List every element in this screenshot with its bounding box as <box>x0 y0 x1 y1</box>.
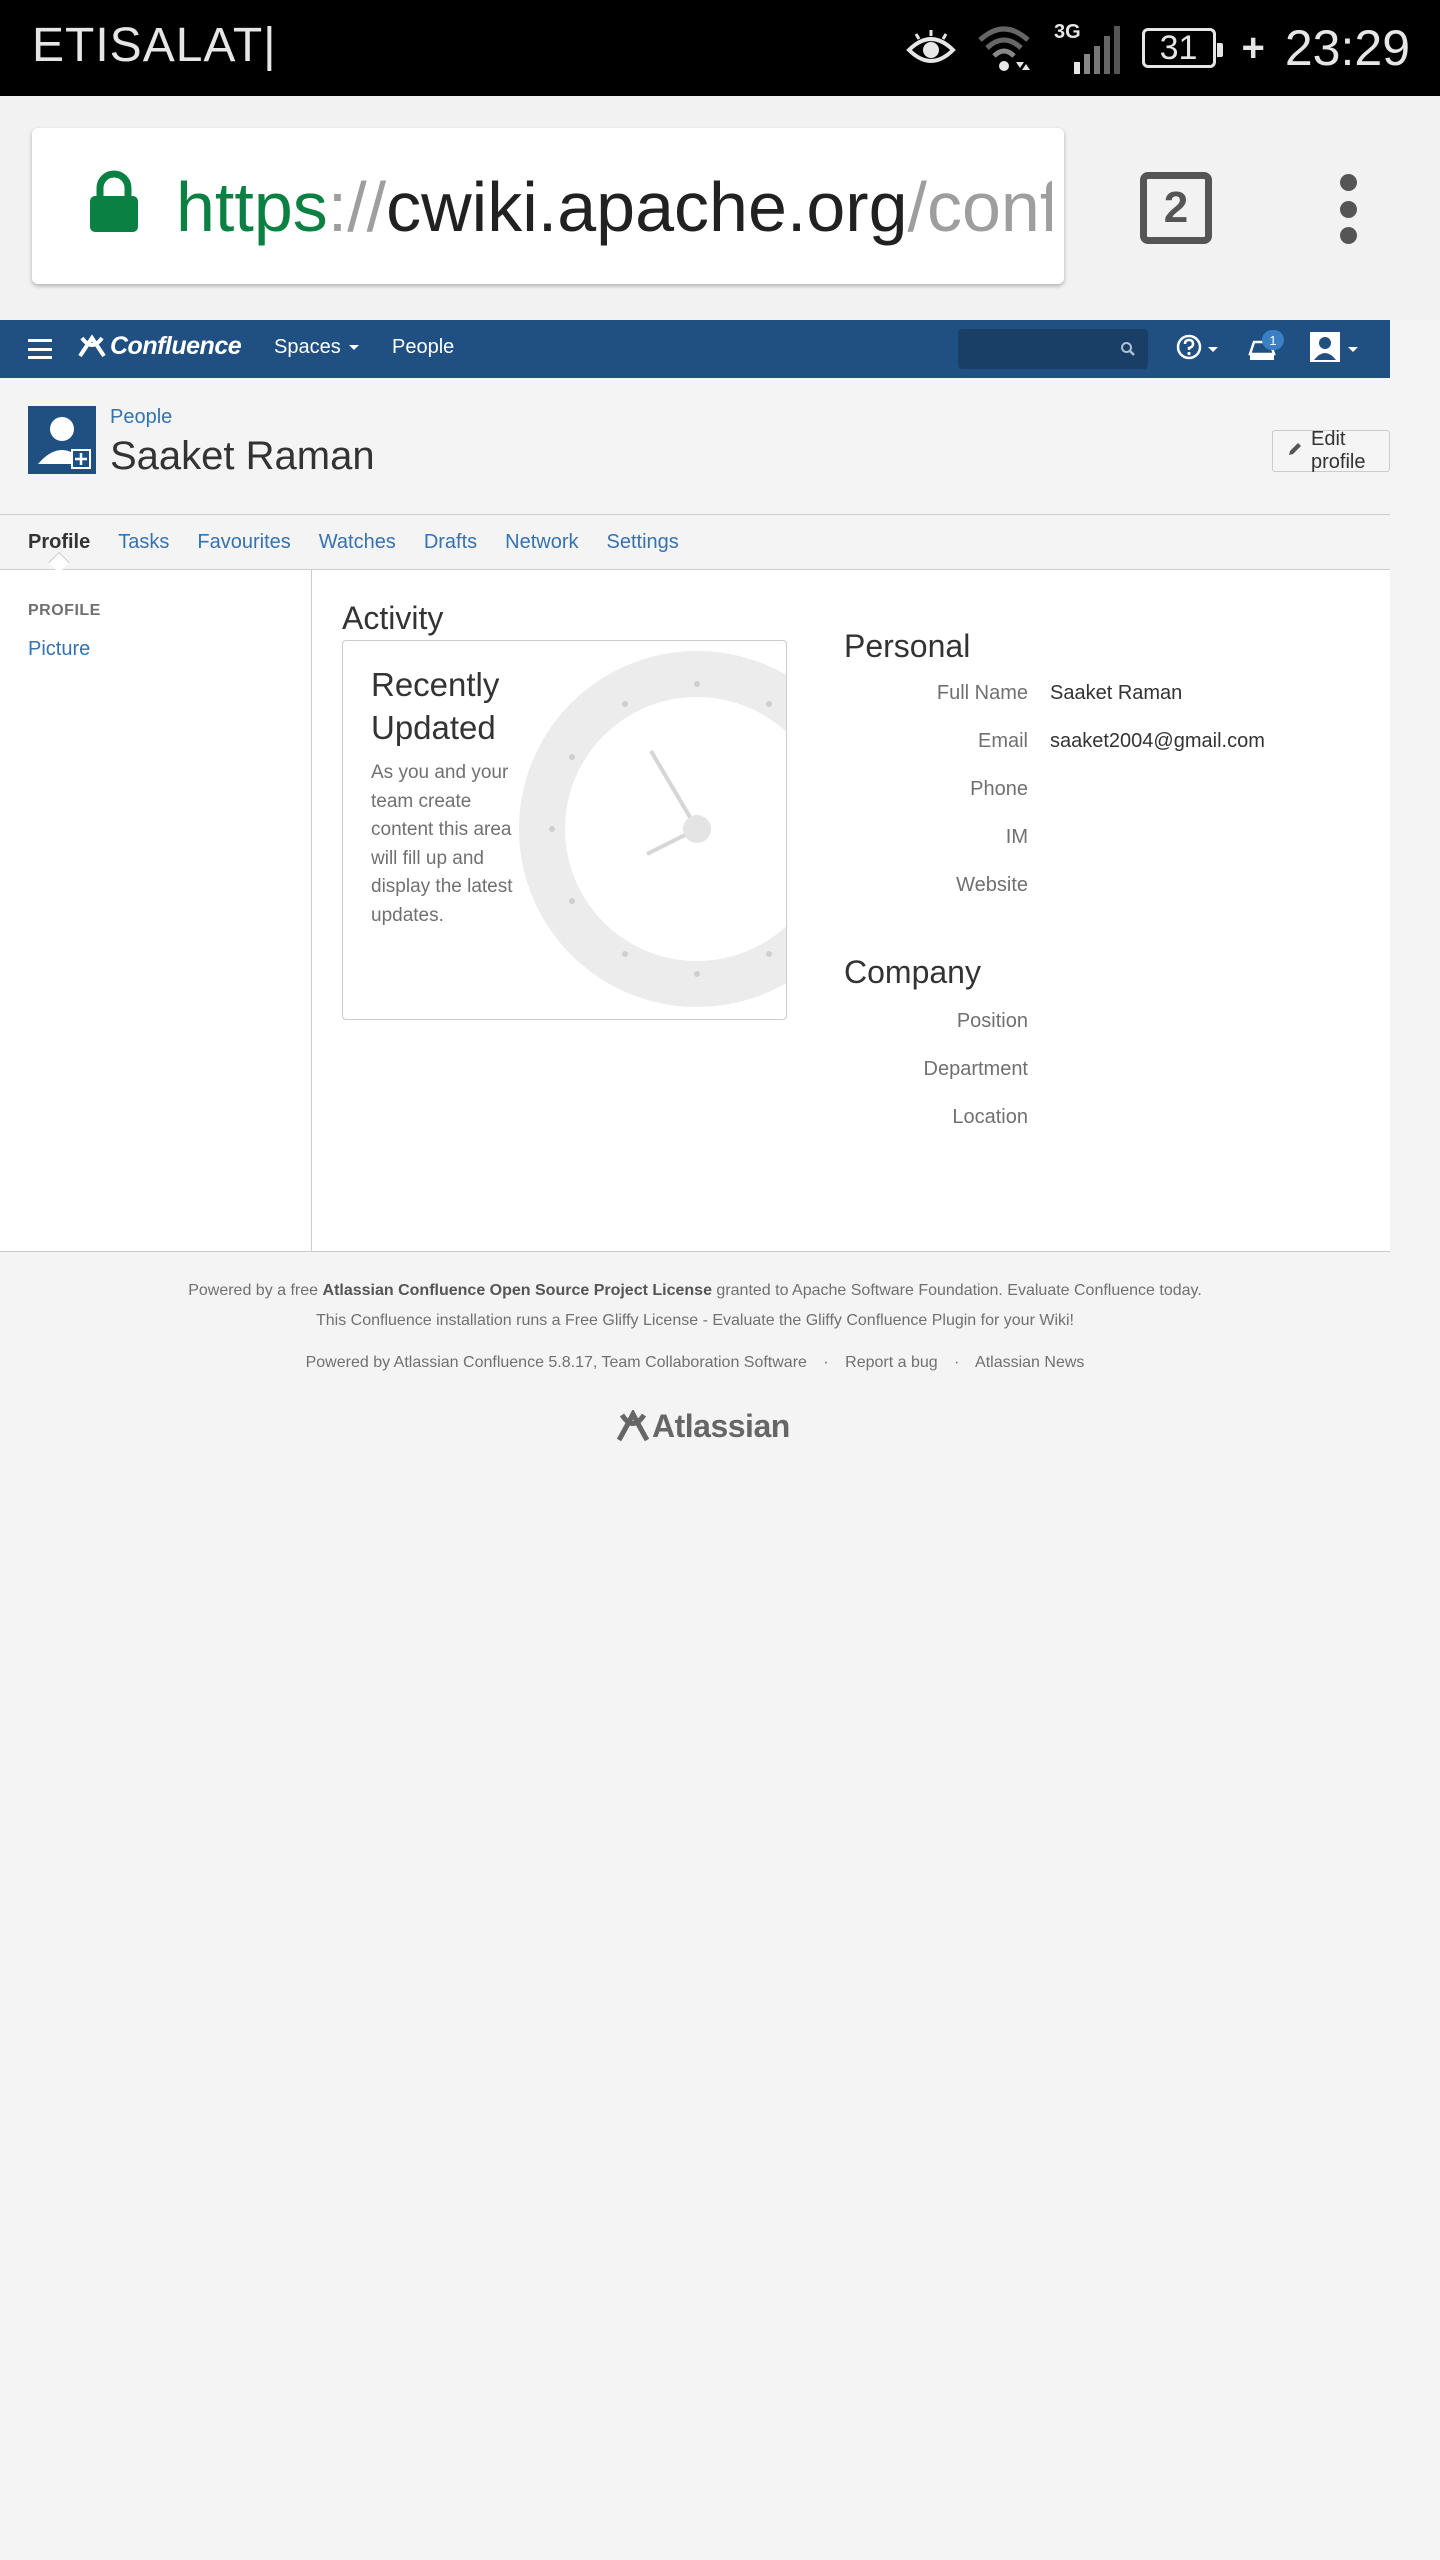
atlassian-logo-text: Atlassian <box>652 1408 790 1444</box>
battery-icon: 31 <box>1141 28 1223 68</box>
activity-card-title: Recently Updated <box>371 666 500 746</box>
user-avatar-icon <box>1310 332 1340 367</box>
url-scheme: https <box>176 168 328 246</box>
footer-separator: · <box>823 1354 829 1371</box>
sidebar-heading: PROFILE <box>28 602 101 619</box>
tab-favourites[interactable]: Favourites <box>197 531 290 554</box>
main-content: PROFILE Picture Activity Recently Update… <box>0 570 1390 1252</box>
help-icon <box>1176 334 1202 365</box>
notifications-button[interactable]: 1 <box>1248 330 1284 369</box>
footer-gliffy-line: This Confluence installation runs a Free… <box>316 1312 1074 1329</box>
company-heading: Company <box>844 954 981 990</box>
atlassian-logo-icon <box>616 1409 650 1441</box>
edit-profile-label: Edit profile <box>1311 428 1366 473</box>
eye-icon <box>905 28 956 68</box>
profile-tabs: Profile Tasks Favourites Watches Drafts … <box>0 514 1390 570</box>
search-input[interactable] <box>958 329 1148 369</box>
charging-icon: + <box>1241 25 1265 70</box>
email-value[interactable]: saaket2004@gmail.com <box>1050 730 1265 753</box>
tab-drafts[interactable]: Drafts <box>424 531 477 554</box>
url-separator: :// <box>327 168 387 246</box>
footer-links: Powered by Atlassian Confluence 5.8.17, … <box>0 1354 1390 1372</box>
notification-badge: 1 <box>1262 330 1284 350</box>
tab-watches[interactable]: Watches <box>319 531 396 554</box>
activity-card: Recently Updated As you and your team cr… <box>342 640 787 1020</box>
lock-icon <box>88 170 140 239</box>
website-label: Website <box>956 874 1028 896</box>
search-icon <box>1120 341 1136 362</box>
activity-heading: Activity <box>342 600 444 636</box>
help-menu[interactable] <box>1176 334 1218 365</box>
location-label: Location <box>952 1106 1028 1128</box>
activity-card-description: As you and your team create content this… <box>371 762 513 926</box>
confluence-logo[interactable]: Confluence <box>78 332 242 361</box>
personal-heading: Personal <box>844 628 971 664</box>
tab-network[interactable]: Network <box>505 531 578 554</box>
tab-tasks[interactable]: Tasks <box>118 531 169 554</box>
sidebar: PROFILE Picture <box>0 570 312 1251</box>
footer-powered-link[interactable]: Powered by Atlassian Confluence 5.8.17, … <box>306 1354 807 1371</box>
carrier-name: ETISALAT| <box>32 19 277 72</box>
page-header: People Saaket Raman Edit profile <box>0 378 1390 514</box>
confluence-logo-icon <box>78 333 106 357</box>
url-path: /confl <box>907 168 1052 246</box>
menu-icon[interactable] <box>28 339 52 359</box>
user-menu[interactable] <box>1310 332 1358 367</box>
url-text[interactable]: https://cwiki.apache.org/confl <box>176 162 1052 252</box>
notification-icon <box>1248 340 1276 368</box>
signal-icon: 3G <box>1052 18 1122 78</box>
edit-profile-button[interactable]: Edit profile <box>1272 428 1390 473</box>
tab-profile[interactable]: Profile <box>28 531 90 554</box>
default-user-icon <box>38 417 91 469</box>
status-icons: 3G 31 + 23:29 <box>905 14 1410 82</box>
footer-license-line: Powered by a free Atlassian Confluence O… <box>0 1282 1390 1300</box>
tab-settings[interactable]: Settings <box>607 531 679 554</box>
breadcrumb[interactable]: People <box>110 406 172 429</box>
footer-license-pre: Powered by a free <box>188 1282 319 1299</box>
nav-people[interactable]: People <box>392 336 454 359</box>
full-name-label: Full Name <box>936 682 1028 704</box>
page-title: Saaket Raman <box>110 434 375 478</box>
confluence-header: Confluence Spaces People 1 <box>0 320 1390 378</box>
footer-license-post: granted to Apache Software Foundation. E… <box>716 1282 1202 1299</box>
phone-label: Phone <box>970 778 1028 800</box>
nav-spaces[interactable]: Spaces <box>274 336 359 359</box>
footer-news-link[interactable]: Atlassian News <box>975 1354 1084 1371</box>
logo-text: Confluence <box>110 332 242 360</box>
full-name-value: Saaket Raman <box>1050 682 1183 704</box>
department-label: Department <box>923 1058 1029 1080</box>
pencil-icon <box>1287 440 1303 463</box>
url-host: cwiki.apache.org <box>386 168 908 246</box>
network-type: 3G <box>1054 21 1081 43</box>
position-label: Position <box>956 1010 1028 1032</box>
nav-spaces-label: Spaces <box>274 336 341 358</box>
footer-license-link[interactable]: Atlassian Confluence Open Source Project… <box>323 1282 712 1299</box>
overflow-menu-icon[interactable] <box>1334 174 1362 244</box>
avatar[interactable] <box>28 406 96 474</box>
footer-report-bug-link[interactable]: Report a bug <box>845 1354 938 1371</box>
im-label: IM <box>1005 826 1028 848</box>
address-bar[interactable]: https://cwiki.apache.org/confl <box>32 128 1064 284</box>
browser-toolbar: https://cwiki.apache.org/confl 2 <box>0 96 1440 320</box>
status-bar: ETISALAT| 3G 31 + 23:29 <box>0 0 1440 96</box>
tab-switcher-button[interactable]: 2 <box>1140 172 1212 244</box>
chevron-down-icon <box>348 345 359 350</box>
atlassian-logo[interactable]: Atlassian <box>616 1408 790 1445</box>
footer-separator: · <box>954 1354 960 1371</box>
chevron-down-icon <box>1208 347 1218 352</box>
chevron-down-icon <box>1348 347 1358 352</box>
status-time: 23:29 <box>1284 20 1410 76</box>
email-label: Email <box>977 730 1028 752</box>
wifi-icon <box>976 24 1032 72</box>
sidebar-item-picture[interactable]: Picture <box>28 638 90 661</box>
